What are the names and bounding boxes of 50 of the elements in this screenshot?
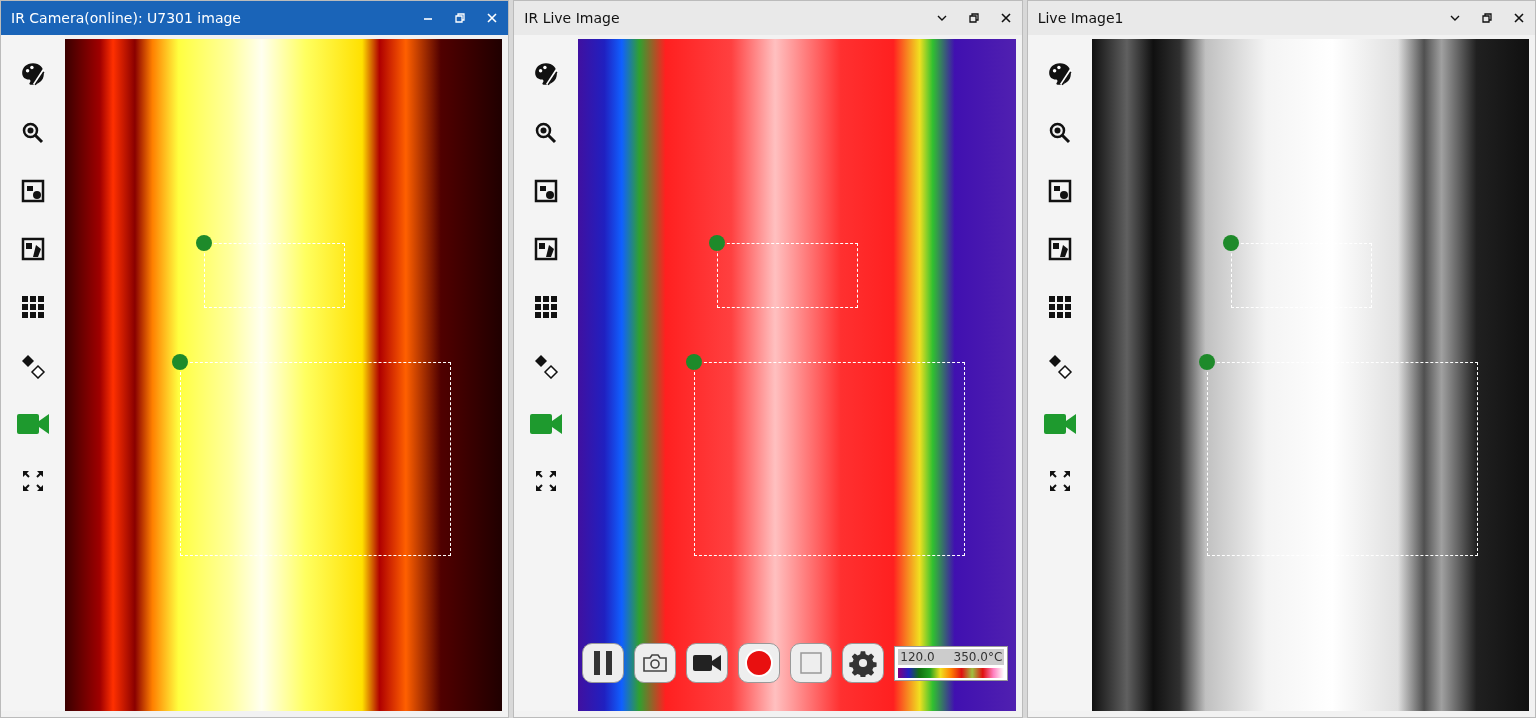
scale-min: 120.0 <box>900 649 935 664</box>
grid-icon[interactable] <box>21 295 45 319</box>
video-camera-icon[interactable] <box>17 413 49 435</box>
record-icon <box>744 648 775 678</box>
settings-icon <box>849 649 878 677</box>
roi-handle[interactable] <box>196 235 213 252</box>
expand-icon[interactable] <box>21 469 45 493</box>
camera-icon <box>642 653 669 673</box>
stop-button[interactable] <box>790 643 833 683</box>
shapes-icon[interactable] <box>20 353 46 379</box>
roi-handle[interactable] <box>1199 353 1216 370</box>
close-icon[interactable] <box>1513 12 1525 24</box>
pause-button[interactable] <box>582 643 625 683</box>
expand-icon[interactable] <box>1047 469 1072 493</box>
palette-icon[interactable] <box>1046 61 1073 87</box>
shapes-icon[interactable] <box>533 353 560 379</box>
roi-handle[interactable] <box>709 235 726 252</box>
restore-icon[interactable] <box>967 12 980 24</box>
zoom-icon[interactable] <box>534 121 559 145</box>
close-icon[interactable] <box>999 12 1012 24</box>
image-edit-icon[interactable] <box>1047 179 1072 203</box>
roi-handle[interactable] <box>685 353 702 370</box>
video-camera-icon <box>693 653 722 673</box>
roi-handle[interactable] <box>172 353 189 370</box>
scale-max: 350.0°C <box>953 649 1003 664</box>
restore-icon[interactable] <box>1481 12 1493 24</box>
image-select-icon[interactable] <box>21 237 45 261</box>
pause-icon <box>592 650 615 676</box>
video-camera-icon[interactable] <box>1043 413 1076 435</box>
roi-handle[interactable] <box>1222 235 1239 252</box>
video-camera-icon[interactable] <box>530 413 563 435</box>
video-record-button[interactable] <box>686 643 729 683</box>
camera-button[interactable] <box>634 643 677 683</box>
image-select-icon[interactable] <box>1047 237 1072 261</box>
expand-icon[interactable] <box>534 469 559 493</box>
window-title: IR Live Image <box>524 10 620 26</box>
record-button[interactable] <box>738 643 781 683</box>
window-title: IR Camera(online): U7301 image <box>11 10 241 26</box>
palette-icon[interactable] <box>20 61 46 87</box>
zoom-icon[interactable] <box>21 121 45 145</box>
grid-icon[interactable] <box>1047 295 1072 319</box>
window-title: Live Image1 <box>1037 10 1124 26</box>
image-edit-icon[interactable] <box>21 179 45 203</box>
image-edit-icon[interactable] <box>534 179 559 203</box>
settings-button[interactable] <box>842 643 885 683</box>
palette-icon[interactable] <box>533 61 560 87</box>
image-select-icon[interactable] <box>534 237 559 261</box>
zoom-icon[interactable] <box>1047 121 1072 145</box>
grid-icon[interactable] <box>534 295 559 319</box>
stop-icon <box>799 651 824 675</box>
